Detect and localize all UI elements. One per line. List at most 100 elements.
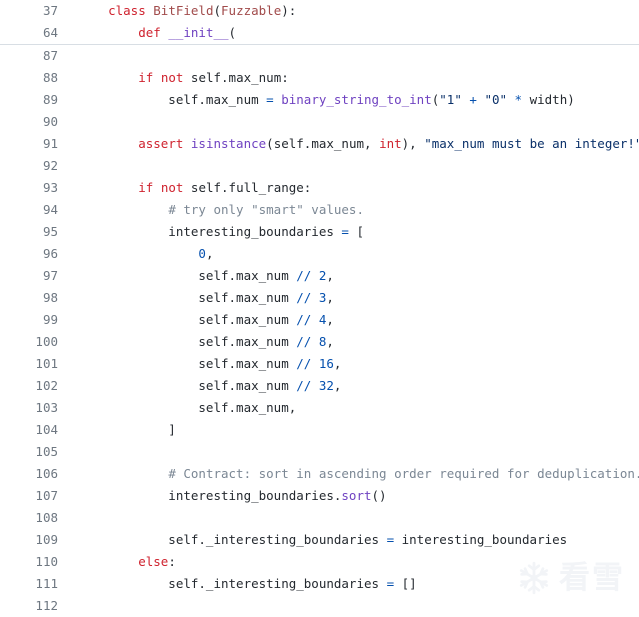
line-number[interactable]: 91 — [0, 133, 58, 155]
line-content[interactable]: if not self.max_num: — [58, 67, 639, 89]
line-content[interactable]: self.max_num // 32, — [58, 375, 639, 397]
line-number[interactable]: 110 — [0, 551, 58, 573]
token-pl: self.max_num — [78, 92, 267, 107]
code-line[interactable]: 91 assert isinstance(self.max_num, int),… — [0, 133, 639, 155]
token-pl: , — [326, 268, 334, 283]
token-pl: [] — [394, 576, 417, 591]
line-number[interactable]: 103 — [0, 397, 58, 419]
line-content[interactable]: # Contract: sort in ascending order requ… — [58, 463, 639, 485]
line-number[interactable]: 64 — [0, 22, 58, 44]
line-number[interactable]: 97 — [0, 265, 58, 287]
token-pl: ( — [213, 3, 222, 18]
line-number[interactable]: 107 — [0, 485, 58, 507]
code-line[interactable]: 93 if not self.full_range: — [0, 177, 639, 199]
line-content[interactable]: self.max_num // 8, — [58, 331, 639, 353]
code-line[interactable]: 96 0, — [0, 243, 639, 265]
line-number[interactable]: 87 — [0, 45, 58, 67]
line-number[interactable]: 112 — [0, 595, 58, 617]
code-line[interactable]: 89 self.max_num = binary_string_to_int("… — [0, 89, 639, 111]
code-line[interactable]: 90 — [0, 111, 639, 133]
token-pl: self.max_num — [78, 378, 297, 393]
code-line[interactable]: 95 interesting_boundaries = [ — [0, 221, 639, 243]
code-line[interactable]: 102 self.max_num // 32, — [0, 375, 639, 397]
line-number[interactable]: 96 — [0, 243, 58, 265]
code-line[interactable]: 94 # try only "smart" values. — [0, 199, 639, 221]
line-number[interactable]: 99 — [0, 309, 58, 331]
line-content[interactable]: interesting_boundaries = [ — [58, 221, 639, 243]
line-number[interactable]: 94 — [0, 199, 58, 221]
line-content[interactable]: self.max_num, — [58, 397, 639, 419]
line-content[interactable]: self.max_num // 3, — [58, 287, 639, 309]
token-kw: if — [138, 180, 154, 195]
code-line[interactable]: 97 self.max_num // 2, — [0, 265, 639, 287]
code-line[interactable]: 105 — [0, 441, 639, 463]
token-pl: self.max_num, — [78, 400, 297, 415]
line-content[interactable]: # try only "smart" values. — [58, 199, 639, 221]
code-line[interactable]: 112 — [0, 595, 639, 617]
token-op: // — [296, 290, 312, 305]
token-pl: : — [168, 554, 176, 569]
code-line[interactable]: 92 — [0, 155, 639, 177]
code-line[interactable]: 111 self._interesting_boundaries = [] — [0, 573, 639, 595]
code-line[interactable]: 104 ] — [0, 419, 639, 441]
code-line[interactable]: 106 # Contract: sort in ascending order … — [0, 463, 639, 485]
line-number[interactable]: 92 — [0, 155, 58, 177]
token-op: = — [386, 532, 395, 547]
line-number[interactable]: 90 — [0, 111, 58, 133]
token-fn: sort — [341, 488, 372, 503]
line-number[interactable]: 105 — [0, 441, 58, 463]
line-content[interactable]: self.max_num // 16, — [58, 353, 639, 375]
line-number[interactable]: 111 — [0, 573, 58, 595]
line-number[interactable]: 108 — [0, 507, 58, 529]
line-number[interactable]: 93 — [0, 177, 58, 199]
code-line[interactable]: 88 if not self.max_num: — [0, 67, 639, 89]
line-content[interactable]: self.max_num // 4, — [58, 309, 639, 331]
code-line[interactable]: 103 self.max_num, — [0, 397, 639, 419]
line-content[interactable]: def __init__( — [58, 22, 639, 44]
line-content[interactable]: ] — [58, 419, 639, 441]
code-line[interactable]: 107 interesting_boundaries.sort() — [0, 485, 639, 507]
code-line[interactable]: 108 — [0, 507, 639, 529]
line-number[interactable]: 104 — [0, 419, 58, 441]
line-number[interactable]: 101 — [0, 353, 58, 375]
line-content[interactable]: else: — [58, 551, 639, 573]
line-content[interactable]: interesting_boundaries.sort() — [58, 485, 639, 507]
line-number[interactable]: 95 — [0, 221, 58, 243]
code-line[interactable]: 110 else: — [0, 551, 639, 573]
line-number[interactable]: 37 — [0, 0, 58, 22]
token-pl: self.max_num — [78, 356, 297, 371]
line-number[interactable]: 102 — [0, 375, 58, 397]
code-lines-container[interactable]: 87 88 if not self.max_num: 89 self.max_num… — [0, 45, 639, 617]
code-line[interactable]: 101 self.max_num // 16, — [0, 353, 639, 375]
token-pl: self.full_range: — [183, 180, 312, 195]
line-content[interactable]: if not self.full_range: — [58, 177, 639, 199]
line-number[interactable]: 100 — [0, 331, 58, 353]
token-num: 32 — [318, 378, 334, 393]
line-content[interactable]: assert isinstance(self.max_num, int), "m… — [58, 133, 639, 155]
code-line[interactable]: 87 — [0, 45, 639, 67]
line-number[interactable]: 89 — [0, 89, 58, 111]
line-content[interactable]: self.max_num // 2, — [58, 265, 639, 287]
code-line[interactable]: 98 self.max_num // 3, — [0, 287, 639, 309]
line-number[interactable]: 98 — [0, 287, 58, 309]
token-pl: self.max_num: — [183, 70, 289, 85]
line-content[interactable]: self.max_num = binary_string_to_int("1" … — [58, 89, 639, 111]
token-pl: self.max_num — [78, 268, 297, 283]
line-number[interactable]: 109 — [0, 529, 58, 551]
line-content[interactable]: self._interesting_boundaries = interesti… — [58, 529, 639, 551]
code-line[interactable]: 100 self.max_num // 8, — [0, 331, 639, 353]
line-content[interactable]: class BitField(Fuzzable): — [58, 0, 639, 22]
line-number[interactable]: 88 — [0, 67, 58, 89]
code-line[interactable]: 37 class BitField(Fuzzable): — [0, 0, 639, 22]
code-line[interactable]: 64 def __init__( — [0, 22, 639, 44]
line-number[interactable]: 106 — [0, 463, 58, 485]
code-line[interactable]: 99 self.max_num // 4, — [0, 309, 639, 331]
line-content[interactable]: 0, — [58, 243, 639, 265]
token-str: "1" — [439, 92, 462, 107]
line-content[interactable]: self._interesting_boundaries = [] — [58, 573, 639, 595]
code-line[interactable]: 109 self._interesting_boundaries = inter… — [0, 529, 639, 551]
